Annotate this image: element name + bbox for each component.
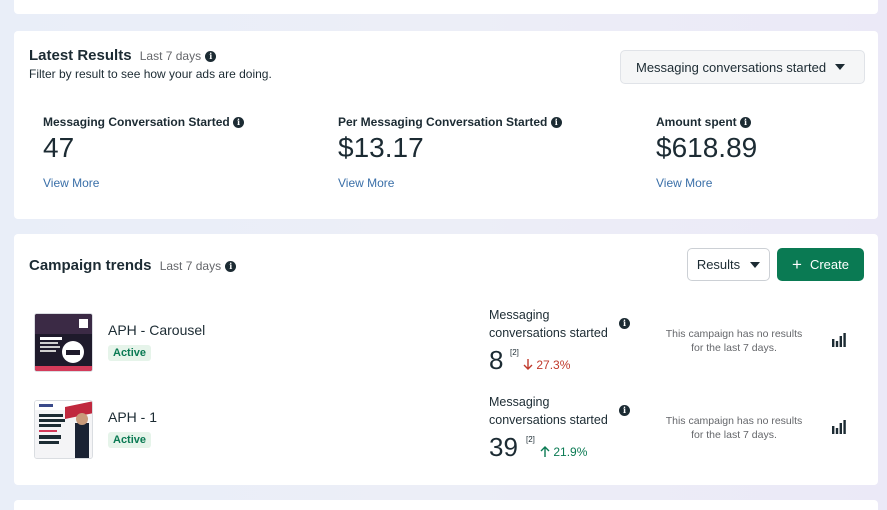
info-icon[interactable]: i (225, 261, 237, 272)
change-value: 27.3% (536, 358, 571, 372)
view-more-link-amount[interactable]: View More (656, 176, 712, 190)
info-icon[interactable]: i (550, 117, 562, 128)
campaign-name[interactable]: APH - 1 (108, 409, 157, 425)
bar-chart-icon[interactable] (832, 333, 846, 347)
results-button-label: Results (696, 257, 741, 272)
no-results-text: This campaign has no results for the las… (665, 328, 803, 354)
status-badge: Active (108, 432, 152, 448)
latest-results-card: Latest Results Last 7 days i Filter by r… (14, 31, 878, 219)
latest-results-helper: Filter by result to see how your ads are… (29, 67, 272, 81)
metric-value-amount-spent: $618.89 (656, 132, 758, 163)
campaign-trends-period: Last 7 days (159, 259, 222, 273)
create-button[interactable]: + Create (777, 248, 864, 281)
latest-results-title-text: Latest Results (29, 47, 132, 64)
change-indicator: 27.3% (523, 358, 570, 372)
result-label: Messaging conversations started (489, 395, 608, 427)
info-icon[interactable]: i (740, 117, 752, 128)
result-label: Messaging conversations started (489, 308, 608, 340)
result-footnote: [2] (526, 435, 535, 444)
campaign-name[interactable]: APH - Carousel (108, 322, 205, 338)
campaign-trends-title: Campaign trends Last 7 days i (29, 257, 237, 274)
info-icon[interactable]: i (205, 51, 217, 62)
result-value: 8 (489, 345, 504, 375)
result-footnote: [2] (510, 348, 519, 357)
campaign-trends-title-text: Campaign trends (29, 257, 152, 274)
chevron-down-icon (835, 64, 846, 70)
metric-label-amount-spent: Amount spent i (656, 115, 752, 129)
info-icon[interactable]: i (233, 117, 245, 128)
metric-value-conversations: 47 (43, 132, 75, 163)
book-ad-image-icon (35, 401, 92, 458)
campaign-row[interactable]: APH - Carousel Active Messaging conversa… (14, 308, 878, 375)
bar-chart-icon[interactable] (832, 420, 846, 434)
next-card (14, 500, 878, 510)
metric-label-text: Messaging Conversation Started (43, 115, 230, 129)
result-filter-value: Messaging conversations started (636, 59, 827, 75)
result-filter-dropdown[interactable]: Messaging conversations started (620, 50, 865, 84)
arrow-down-icon (523, 359, 533, 370)
campaign-thumbnail[interactable] (34, 313, 93, 372)
result-value: 39 (489, 432, 518, 462)
previous-card (14, 0, 878, 14)
status-badge: Active (108, 345, 152, 361)
metric-value-cost-per-conversation: $13.17 (338, 132, 424, 163)
plus-icon: + (792, 255, 802, 274)
view-more-link-conversations[interactable]: View More (43, 176, 99, 190)
no-results-text: This campaign has no results for the las… (665, 415, 803, 441)
view-more-link-cost[interactable]: View More (338, 176, 394, 190)
change-value: 21.9% (553, 445, 588, 459)
campaign-thumbnail[interactable] (34, 400, 93, 459)
info-icon[interactable]: i (619, 405, 630, 416)
campaign-trends-card: Campaign trends Last 7 days i Results + … (14, 234, 878, 485)
metric-label-conversations: Messaging Conversation Started i (43, 115, 245, 129)
metric-label-cost-per-conversation: Per Messaging Conversation Started i (338, 115, 562, 129)
latest-results-period: Last 7 days (139, 49, 202, 63)
change-indicator: 21.9% (540, 445, 587, 459)
campaign-row[interactable]: APH - 1 Active Messaging conversations s… (14, 395, 878, 462)
arrow-up-icon (540, 446, 550, 457)
create-button-label: Create (809, 257, 849, 272)
chevron-down-icon (750, 261, 761, 268)
carousel-ad-image-icon (35, 314, 92, 371)
metric-label-text: Amount spent (656, 115, 737, 129)
results-dropdown-button[interactable]: Results (687, 248, 770, 281)
info-icon[interactable]: i (619, 318, 630, 329)
metric-label-text: Per Messaging Conversation Started (338, 115, 548, 129)
latest-results-title: Latest Results Last 7 days i (29, 47, 217, 64)
